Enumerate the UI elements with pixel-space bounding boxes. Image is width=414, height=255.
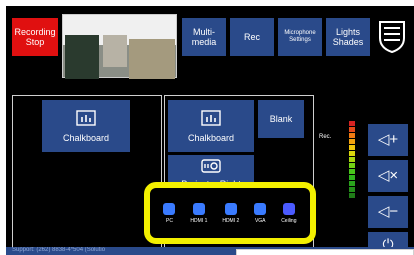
chart-icon: [76, 109, 96, 128]
blank-button[interactable]: Blank: [258, 100, 304, 138]
chart-icon: [201, 109, 221, 128]
wall-image: [129, 39, 175, 79]
control-panel: Recording Stop Multi- media Rec Micropho…: [6, 6, 414, 255]
source-hdmi1[interactable]: HDMI 1: [190, 202, 207, 224]
hdmi-icon: [192, 202, 205, 215]
hdmi-icon: [224, 202, 237, 215]
rec-level-meter: [349, 121, 355, 199]
tooltip-callout: [236, 249, 414, 255]
camera-preview[interactable]: [62, 14, 177, 79]
door-image: [103, 35, 127, 67]
mute-button[interactable]: ◁×: [368, 160, 408, 192]
camera-icon: [282, 202, 295, 215]
projector-icon: [201, 159, 221, 175]
source-vga[interactable]: VGA: [254, 202, 267, 224]
volume-up-button[interactable]: ◁+: [368, 124, 408, 156]
support-text: Support: (262) 8838-4*504 (Solutio: [12, 247, 106, 253]
chalkboard-image: [65, 35, 99, 79]
microphone-settings-button[interactable]: Microphone Settings: [278, 18, 322, 56]
recording-stop-button[interactable]: Recording Stop: [12, 18, 58, 56]
vga-icon: [254, 202, 267, 215]
rec-meter-label: Rec.: [319, 134, 332, 140]
university-logo-icon: [376, 18, 408, 54]
right-display-label: Chalkboard: [187, 132, 235, 143]
left-display-button[interactable]: Chalkboard: [42, 100, 130, 152]
source-hdmi2[interactable]: HDMI 2: [222, 202, 239, 224]
rec-button[interactable]: Rec: [230, 18, 274, 56]
right-display-button[interactable]: Chalkboard: [168, 100, 254, 152]
left-display-label: Chalkboard: [62, 132, 110, 143]
monitor-icon: [163, 202, 176, 215]
source-highlight: PC HDMI 1 HDMI 2 VGA Ceiling: [144, 182, 316, 244]
multimedia-button[interactable]: Multi- media: [182, 18, 226, 56]
source-ceiling[interactable]: Ceiling: [281, 202, 296, 224]
lights-shades-button[interactable]: Lights Shades: [326, 18, 370, 56]
volume-down-button[interactable]: ◁−: [368, 196, 408, 228]
source-pc[interactable]: PC: [163, 202, 176, 224]
